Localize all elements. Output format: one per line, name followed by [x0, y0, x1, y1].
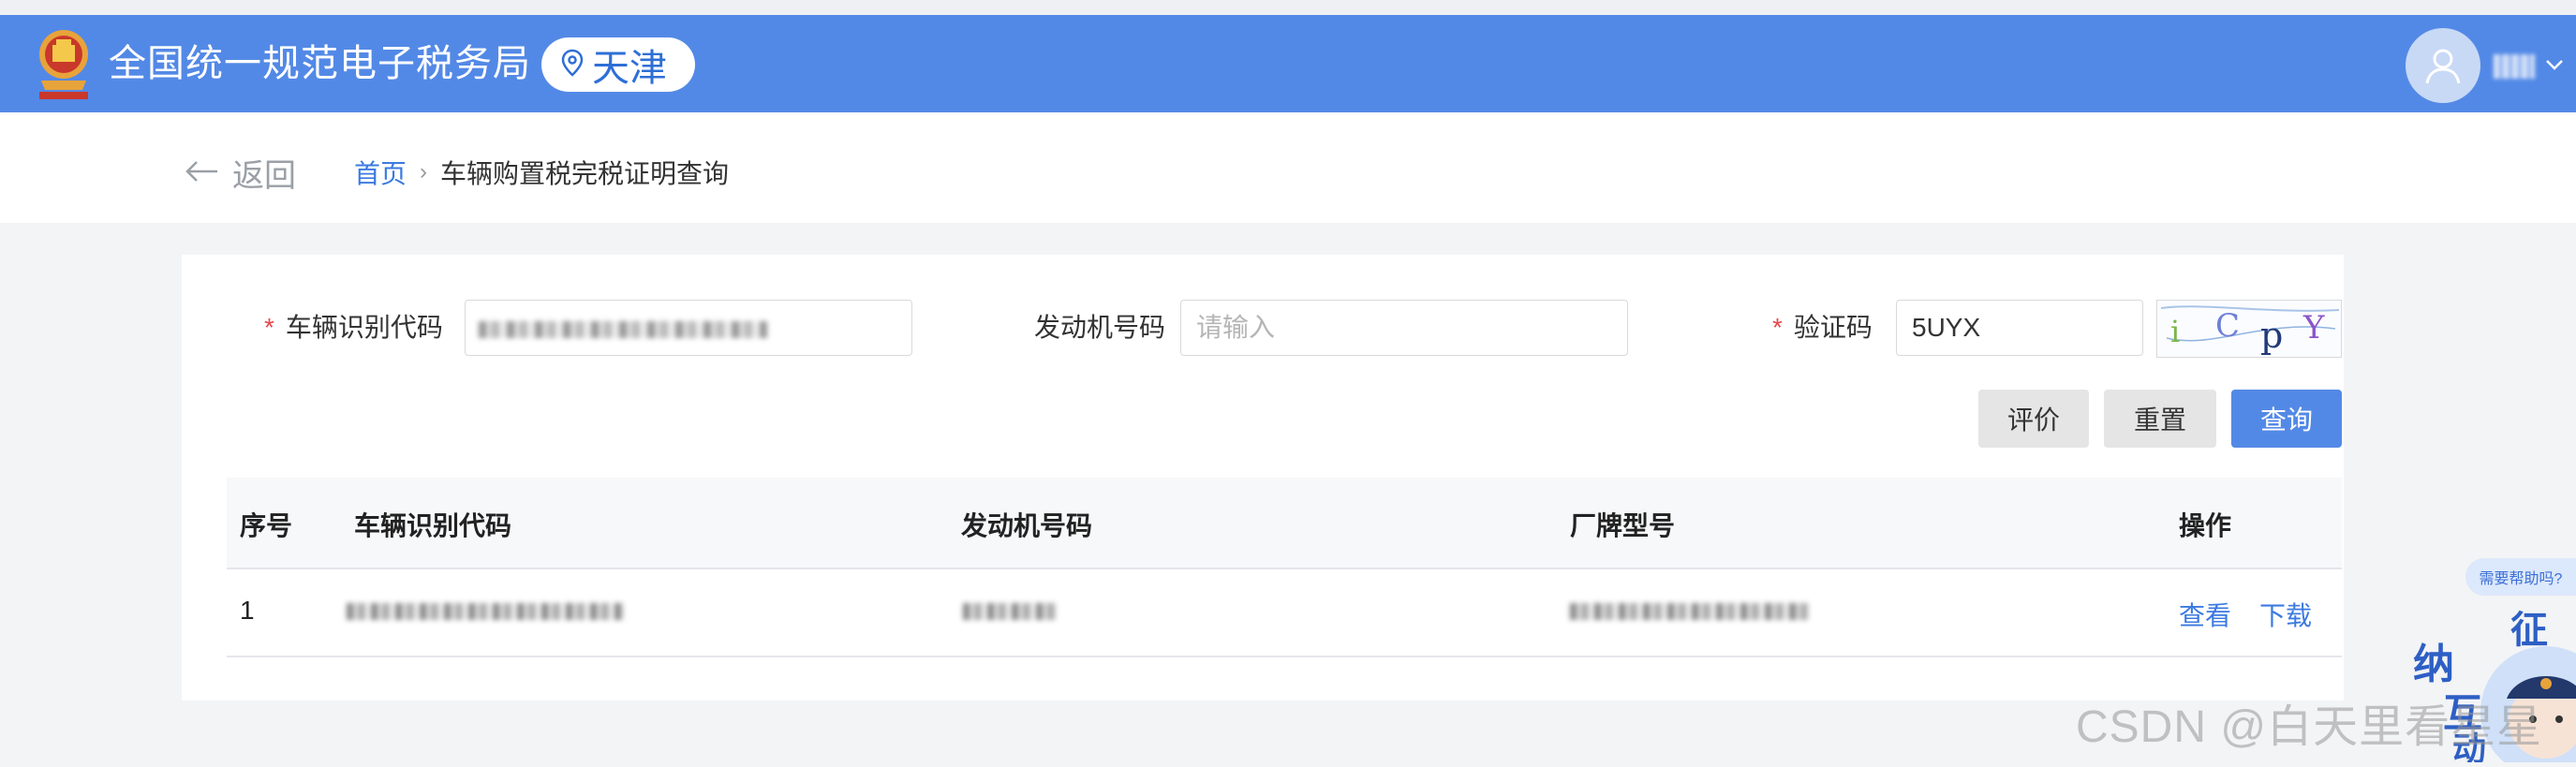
vin-input[interactable]	[465, 300, 912, 356]
back-label: 返回	[232, 158, 296, 194]
breadcrumb-home[interactable]: 首页	[354, 154, 407, 191]
captcha-input[interactable]: 5UYX	[1896, 300, 2143, 356]
location-pin-icon	[560, 44, 585, 86]
help-tab[interactable]: 需要帮助吗?	[2465, 558, 2576, 596]
column-brand-model: 厂牌型号	[1570, 511, 1676, 540]
back-button[interactable]: 返回	[184, 150, 296, 196]
column-vin: 车辆识别代码	[354, 511, 512, 540]
row-index: 1	[240, 596, 255, 625]
engine-label: 发动机号码	[1034, 313, 1166, 342]
vin-label: * 车辆识别代码	[264, 313, 443, 342]
chevron-down-icon[interactable]	[2544, 58, 2565, 76]
table-header: 序号 车辆识别代码 发动机号码 厂牌型号 操作	[227, 478, 2342, 569]
watermark: CSDN @白天里看星星	[2076, 702, 2543, 752]
captcha-label: * 验证码	[1772, 313, 1873, 342]
reset-button[interactable]: 重置	[2104, 390, 2216, 448]
breadcrumb: 首页 › 车辆购置税完税证明查询	[354, 154, 729, 191]
tax-emblem-logo	[34, 22, 94, 101]
engine-number-input[interactable]: 请输入	[1180, 300, 1628, 356]
brand-model-cell-redacted	[1570, 603, 1808, 620]
top-strip	[0, 0, 2576, 15]
download-link[interactable]: 下载	[2259, 596, 2312, 633]
sub-navigation: 返回 首页 › 车辆购置税完税证明查询	[0, 112, 2576, 223]
mascot-char-2: 纳	[2413, 641, 2454, 688]
vin-value-redacted	[479, 321, 767, 338]
captcha-char-4: Y	[2302, 309, 2325, 347]
breadcrumb-separator: ›	[420, 159, 428, 184]
table-row: 1 查看 下载	[227, 569, 2342, 657]
query-button[interactable]: 查询	[2231, 390, 2342, 448]
breadcrumb-current: 车辆购置税完税证明查询	[440, 159, 730, 188]
column-actions: 操作	[2179, 511, 2232, 540]
column-engine-number: 发动机号码	[961, 511, 1093, 540]
vin-cell-redacted	[347, 603, 624, 620]
captcha-char-1: i	[2170, 314, 2180, 349]
view-link[interactable]: 查看	[2179, 596, 2231, 633]
mascot-char-1: 征	[2510, 609, 2548, 652]
arrow-left-icon	[184, 155, 219, 191]
captcha-char-2: C	[2215, 307, 2240, 345]
username-redacted[interactable]	[2494, 54, 2535, 79]
required-mark: *	[264, 313, 274, 342]
site-title: 全国统一规范电子税务局	[109, 43, 531, 84]
region-label: 天津	[592, 48, 667, 89]
evaluate-button[interactable]: 评价	[1978, 390, 2089, 448]
user-icon	[2425, 49, 2461, 84]
site-header: 全国统一规范电子税务局 天津	[0, 15, 2576, 112]
captcha-image[interactable]: i C p Y	[2156, 300, 2342, 358]
engine-cell-redacted	[963, 603, 1057, 620]
column-index: 序号	[240, 511, 293, 540]
required-mark: *	[1772, 313, 1783, 342]
captcha-char-3: p	[2260, 315, 2283, 356]
user-avatar[interactable]	[2406, 28, 2480, 103]
region-selector[interactable]: 天津	[541, 37, 695, 92]
